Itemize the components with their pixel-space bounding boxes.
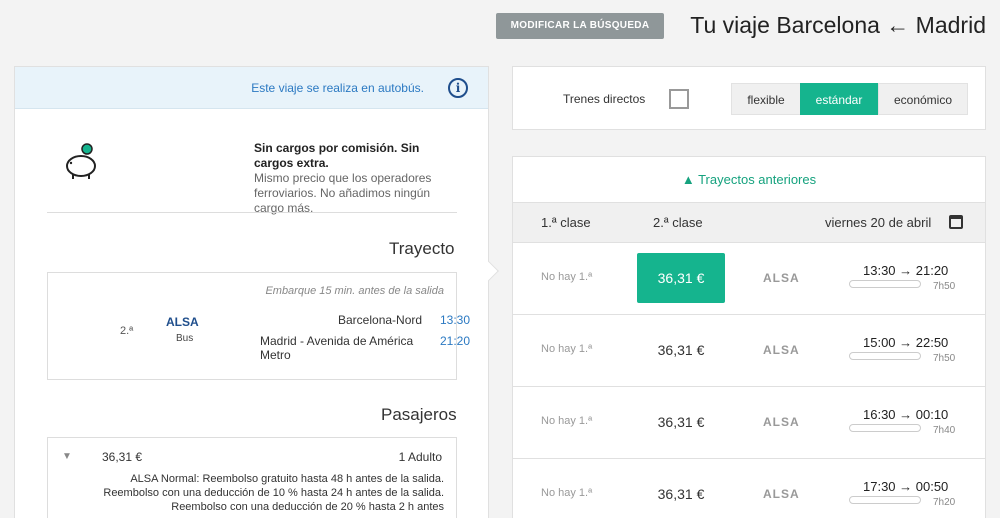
trip-time: 16:30 → 00:10: [863, 407, 949, 422]
trip-operator: ALSA: [763, 271, 800, 285]
fare-conditions: ALSA Normal: Reembolso gratuito hasta 48…: [103, 473, 444, 513]
trip-operator: ALSA: [763, 415, 800, 429]
chevron-down-icon[interactable]: ▼: [62, 451, 72, 462]
modify-search-button[interactable]: MODIFICAR LA BÚSQUEDA: [496, 13, 664, 39]
operator-logo: ALSA: [166, 315, 199, 329]
info-text: Este viaje se realiza en autobús.: [251, 81, 424, 95]
trip-duration: 7h50: [933, 281, 956, 292]
results-header: viernes 20 de abril 2.ª clase 1.ª clase: [513, 203, 985, 243]
price-class2-button[interactable]: 36,31 €: [637, 253, 725, 303]
trip-duration: 7h20: [933, 497, 956, 508]
class2-header: 2.ª clase: [653, 215, 703, 230]
passenger-price: 36,31 €: [102, 450, 143, 464]
duration-bar: [849, 352, 921, 360]
duration-bar: [849, 496, 921, 504]
trip-operator: ALSA: [763, 343, 800, 357]
passenger-box[interactable]: 1 Adulto 36,31 € ▼ ALSA Normal: Reembols…: [47, 437, 457, 518]
results-panel: ▲ Trayectos anteriores viernes 20 de abr…: [512, 156, 986, 518]
class1-unavailable: No hay 1.ª: [541, 271, 593, 283]
info-icon: i: [448, 78, 468, 98]
class1-unavailable: No hay 1.ª: [541, 487, 593, 499]
arrival-station: Madrid - Avenida de América Metro: [260, 334, 414, 362]
class1-header: 1.ª clase: [541, 215, 591, 230]
route-box: Embarque 15 min. antes de la salida 13:3…: [47, 272, 470, 380]
duration-bar: [849, 424, 921, 432]
filter-box: Trenes directos flexible estándar económ…: [512, 66, 986, 130]
divider: [47, 212, 457, 213]
boarding-note: Embarque 15 min. antes de la salida: [265, 285, 444, 297]
page-title: Tu viaje Barcelona ← Madrid: [690, 12, 986, 38]
travel-class: 2.ª: [120, 325, 134, 337]
promo: Sin cargos por comisión. Sin cargos extr…: [15, 109, 490, 219]
duration-bar: [849, 280, 921, 288]
promo-text: Sin cargos por comisión. Sin cargos extr…: [254, 141, 460, 216]
promo-body: Mismo precio que los operadores ferrovia…: [254, 171, 432, 215]
direct-trains-checkbox[interactable]: [669, 89, 689, 109]
trip-operator: ALSA: [763, 487, 800, 501]
trip-row[interactable]: 13:30 → 21:20 7h50 ALSA 36,31 € No hay 1…: [513, 243, 985, 315]
class1-unavailable: No hay 1.ª: [541, 415, 593, 427]
tab-flexible[interactable]: flexible: [731, 83, 801, 115]
travel-date: viernes 20 de abril: [825, 215, 932, 230]
tab-estandar[interactable]: estándar: [800, 83, 878, 115]
passenger-count: 1 Adulto: [398, 450, 442, 464]
piggy-bank-icon: [66, 143, 96, 179]
tab-economico[interactable]: económico: [878, 83, 968, 115]
trip-duration: 7h50: [933, 353, 956, 364]
info-bar: Este viaje se realiza en autobús. i: [15, 67, 488, 109]
trip-duration: 7h40: [933, 425, 956, 436]
trip-row[interactable]: 15:00 → 22:50 7h50 ALSA 36,31 € No hay 1…: [513, 315, 985, 387]
class1-unavailable: No hay 1.ª: [541, 343, 593, 355]
trip-summary-panel: Este viaje se realiza en autobús. i Sin …: [14, 66, 489, 518]
pasajeros-title: Pasajeros: [381, 405, 457, 424]
direct-trains-label: Trenes directos: [563, 92, 646, 106]
trip-row[interactable]: 16:30 → 00:10 7h40 ALSA 36,31 € No hay 1…: [513, 387, 985, 459]
trayecto-title: Trayecto: [389, 239, 455, 258]
departure-station: Barcelona-Nord: [338, 313, 423, 327]
trip-time: 17:30 → 00:50: [863, 479, 949, 494]
vehicle-type: Bus: [176, 333, 194, 344]
previous-trips-link[interactable]: ▲ Trayectos anteriores: [513, 157, 985, 203]
trip-time: 13:30 → 21:20: [863, 263, 949, 278]
price-class2-button[interactable]: 36,31 €: [637, 325, 725, 375]
promo-title: Sin cargos por comisión. Sin cargos extr…: [254, 141, 420, 170]
trip-row[interactable]: 17:30 → 00:50 7h20 ALSA 36,31 € No hay 1…: [513, 459, 985, 518]
arrival-time: 21:20: [440, 334, 471, 348]
calendar-icon: [949, 215, 963, 229]
trip-time: 15:00 → 22:50: [863, 335, 949, 350]
price-class2-button[interactable]: 36,31 €: [637, 469, 725, 518]
departure-time: 13:30: [440, 313, 471, 327]
price-class2-button[interactable]: 36,31 €: [637, 397, 725, 447]
